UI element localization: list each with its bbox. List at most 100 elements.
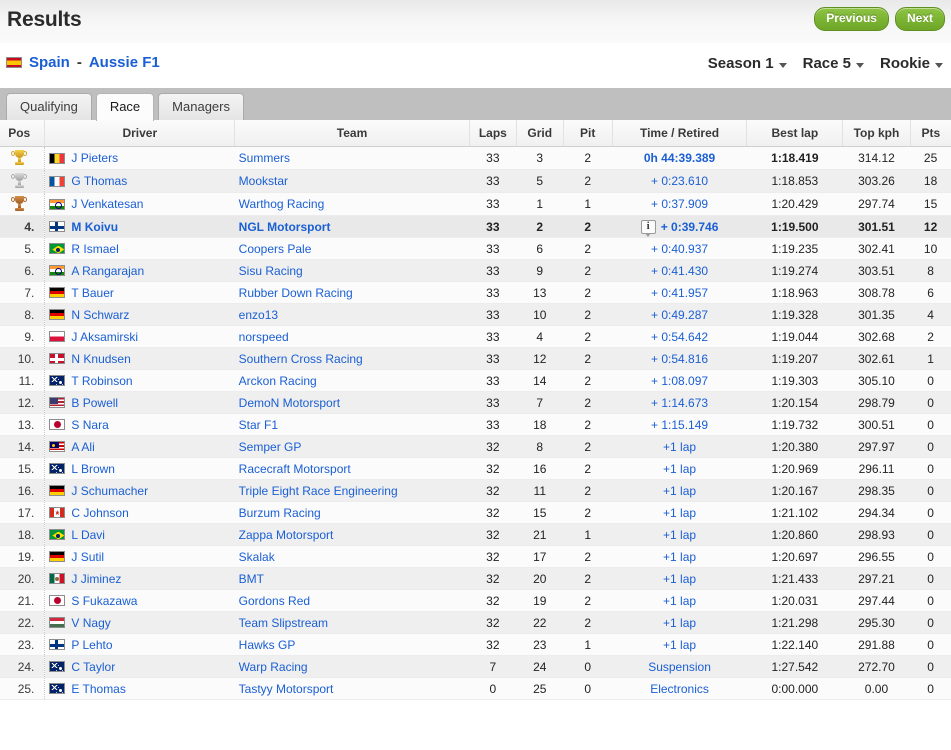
team-link[interactable]: Rubber Down Racing (239, 286, 353, 300)
time-value[interactable]: + 0:37.909 (651, 197, 708, 211)
time-value[interactable]: + 1:15.149 (651, 418, 708, 432)
column-header-time[interactable]: Time / Retired (612, 120, 748, 147)
team-link[interactable]: Skalak (239, 550, 275, 564)
team-link[interactable]: Coopers Pale (239, 242, 312, 256)
column-header-driver[interactable]: Driver (44, 120, 236, 147)
driver-link[interactable]: T Bauer (71, 286, 113, 300)
team-link[interactable]: Warp Racing (239, 660, 308, 674)
table-row[interactable]: 4. M Koivu NGL Motorsport 33 2 2 i + 0:39.746 1:… (0, 215, 951, 238)
team-link[interactable]: norspeed (239, 330, 289, 344)
race-title-link[interactable]: Spain - Aussie F1 (6, 54, 160, 71)
time-value[interactable]: +1 lap (663, 484, 696, 498)
driver-link[interactable]: A Ali (71, 440, 94, 454)
previous-button[interactable]: Previous (814, 7, 889, 31)
driver-link[interactable]: R Ismael (71, 242, 118, 256)
table-row[interactable]: 25. E Thomas Tastyy Motorsport 0 25 0 Electron… (0, 677, 951, 700)
time-value[interactable]: + 1:14.673 (651, 396, 708, 410)
tab-qualifying[interactable]: Qualifying (6, 93, 92, 120)
column-header-bestlap[interactable]: Best lap (746, 120, 844, 147)
time-value[interactable]: + 0:41.957 (651, 286, 708, 300)
team-link[interactable]: NGL Motorsport (239, 220, 331, 234)
driver-link[interactable]: G Thomas (71, 174, 127, 188)
driver-link[interactable]: S Nara (71, 418, 108, 432)
table-row[interactable]: J Pieters Summers 33 3 2 0h 44:39.389 1:18.419… (0, 146, 951, 170)
table-row[interactable]: 21. S Fukazawa Gordons Red 32 19 2 +1 lap 1:20.… (0, 589, 951, 612)
table-row[interactable]: J Venkatesan Warthog Racing 33 1 1 + 0:37.909… (0, 192, 951, 216)
team-link[interactable]: enzo13 (239, 308, 278, 322)
driver-link[interactable]: A Rangarajan (71, 264, 144, 278)
time-value[interactable]: +1 lap (663, 462, 696, 476)
time-value[interactable]: 0h 44:39.389 (644, 151, 715, 165)
driver-link[interactable]: C Johnson (71, 506, 128, 520)
column-header-team[interactable]: Team (234, 120, 470, 147)
team-link[interactable]: Star F1 (239, 418, 278, 432)
table-row[interactable]: G Thomas Mookstar 33 5 2 + 0:23.610 1:18.853 30… (0, 169, 951, 193)
time-value[interactable]: +1 lap (663, 616, 696, 630)
team-link[interactable]: Mookstar (239, 174, 288, 188)
team-link[interactable]: Burzum Racing (239, 506, 321, 520)
driver-link[interactable]: N Knudsen (71, 352, 130, 366)
race-selector[interactable]: Race 5 (803, 55, 864, 72)
table-row[interactable]: 9. J Aksamirski norspeed 33 4 2 + 0:54.642 1:19… (0, 325, 951, 348)
next-button[interactable]: Next (894, 7, 945, 31)
table-row[interactable]: 10. N Knudsen Southern Cross Racing 33 12 2 + … (0, 347, 951, 370)
tier-selector[interactable]: Rookie (880, 55, 943, 72)
time-value[interactable]: + 0:49.287 (651, 308, 708, 322)
table-row[interactable]: 6. A Rangarajan Sisu Racing 33 9 2 + 0:41.430 1… (0, 259, 951, 282)
team-link[interactable]: Southern Cross Racing (239, 352, 363, 366)
tab-race[interactable]: Race (95, 93, 155, 121)
driver-link[interactable]: J Venkatesan (71, 197, 143, 211)
team-link[interactable]: Warthog Racing (239, 197, 325, 211)
driver-link[interactable]: J Pieters (71, 151, 118, 165)
table-row[interactable]: 13. S Nara Star F1 33 18 2 + 1:15.149 1:19.732 3… (0, 413, 951, 436)
table-row[interactable]: 12. B Powell DemoN Motorsport 33 7 2 + 1:14.67… (0, 391, 951, 414)
team-link[interactable]: BMT (239, 572, 264, 586)
driver-link[interactable]: V Nagy (71, 616, 110, 630)
column-header-topkph[interactable]: Top kph (842, 120, 911, 147)
table-row[interactable]: 5. R Ismael Coopers Pale 33 6 2 + 0:40.937 1:19… (0, 237, 951, 260)
tab-managers[interactable]: Managers (158, 93, 244, 120)
team-link[interactable]: Semper GP (239, 440, 302, 454)
driver-link[interactable]: T Robinson (71, 374, 132, 388)
table-row[interactable]: 14. A Ali Semper GP 32 8 2 +1 lap 1:20.380 297.9… (0, 435, 951, 458)
column-header-pts[interactable]: Pts (910, 120, 951, 147)
table-row[interactable]: 20. J Jiminez BMT 32 20 2 +1 lap 1:21.433 297.21… (0, 567, 951, 590)
driver-link[interactable]: J Sutil (71, 550, 104, 564)
driver-link[interactable]: L Davi (71, 528, 105, 542)
time-value[interactable]: +1 lap (663, 506, 696, 520)
team-link[interactable]: Triple Eight Race Engineering (239, 484, 398, 498)
table-row[interactable]: 18. L Davi Zappa Motorsport 32 21 1 +1 lap 1:20… (0, 523, 951, 546)
table-row[interactable]: 23. P Lehto Hawks GP 32 23 1 +1 lap 1:22.140 291… (0, 633, 951, 656)
team-link[interactable]: Tastyy Motorsport (239, 682, 334, 696)
team-link[interactable]: Racecraft Motorsport (239, 462, 351, 476)
driver-link[interactable]: J Jiminez (71, 572, 121, 586)
column-header-laps[interactable]: Laps (469, 120, 517, 147)
time-value[interactable]: Suspension (648, 660, 711, 674)
team-link[interactable]: Sisu Racing (239, 264, 303, 278)
season-selector[interactable]: Season 1 (708, 55, 787, 72)
team-link[interactable]: Gordons Red (239, 594, 310, 608)
driver-link[interactable]: M Koivu (71, 220, 118, 234)
table-row[interactable]: 17. C Johnson Burzum Racing 32 15 2 +1 lap 1:21… (0, 501, 951, 524)
driver-link[interactable]: J Schumacher (71, 484, 148, 498)
time-value[interactable]: + 0:54.642 (651, 330, 708, 344)
team-link[interactable]: Team Slipstream (239, 616, 328, 630)
team-link[interactable]: Hawks GP (239, 638, 296, 652)
driver-link[interactable]: L Brown (71, 462, 115, 476)
table-row[interactable]: 24. C Taylor Warp Racing 7 24 0 Suspension 1:27… (0, 655, 951, 678)
time-value[interactable]: Electronics (650, 682, 709, 696)
table-row[interactable]: 7. T Bauer Rubber Down Racing 33 13 2 + 0:41.9… (0, 281, 951, 304)
driver-link[interactable]: B Powell (71, 396, 118, 410)
team-link[interactable]: DemoN Motorsport (239, 396, 340, 410)
time-value[interactable]: +1 lap (663, 638, 696, 652)
team-link[interactable]: Arckon Racing (239, 374, 317, 388)
column-header-grid[interactable]: Grid (516, 120, 564, 147)
time-value[interactable]: + 0:41.430 (651, 264, 708, 278)
time-value[interactable]: +1 lap (663, 594, 696, 608)
column-header-pit[interactable]: Pit (563, 120, 613, 147)
team-link[interactable]: Summers (239, 151, 290, 165)
time-value[interactable]: + 1:08.097 (651, 374, 708, 388)
driver-link[interactable]: C Taylor (71, 660, 115, 674)
time-value[interactable]: +1 lap (663, 572, 696, 586)
table-row[interactable]: 19. J Sutil Skalak 32 17 2 +1 lap 1:20.697 296.5… (0, 545, 951, 568)
